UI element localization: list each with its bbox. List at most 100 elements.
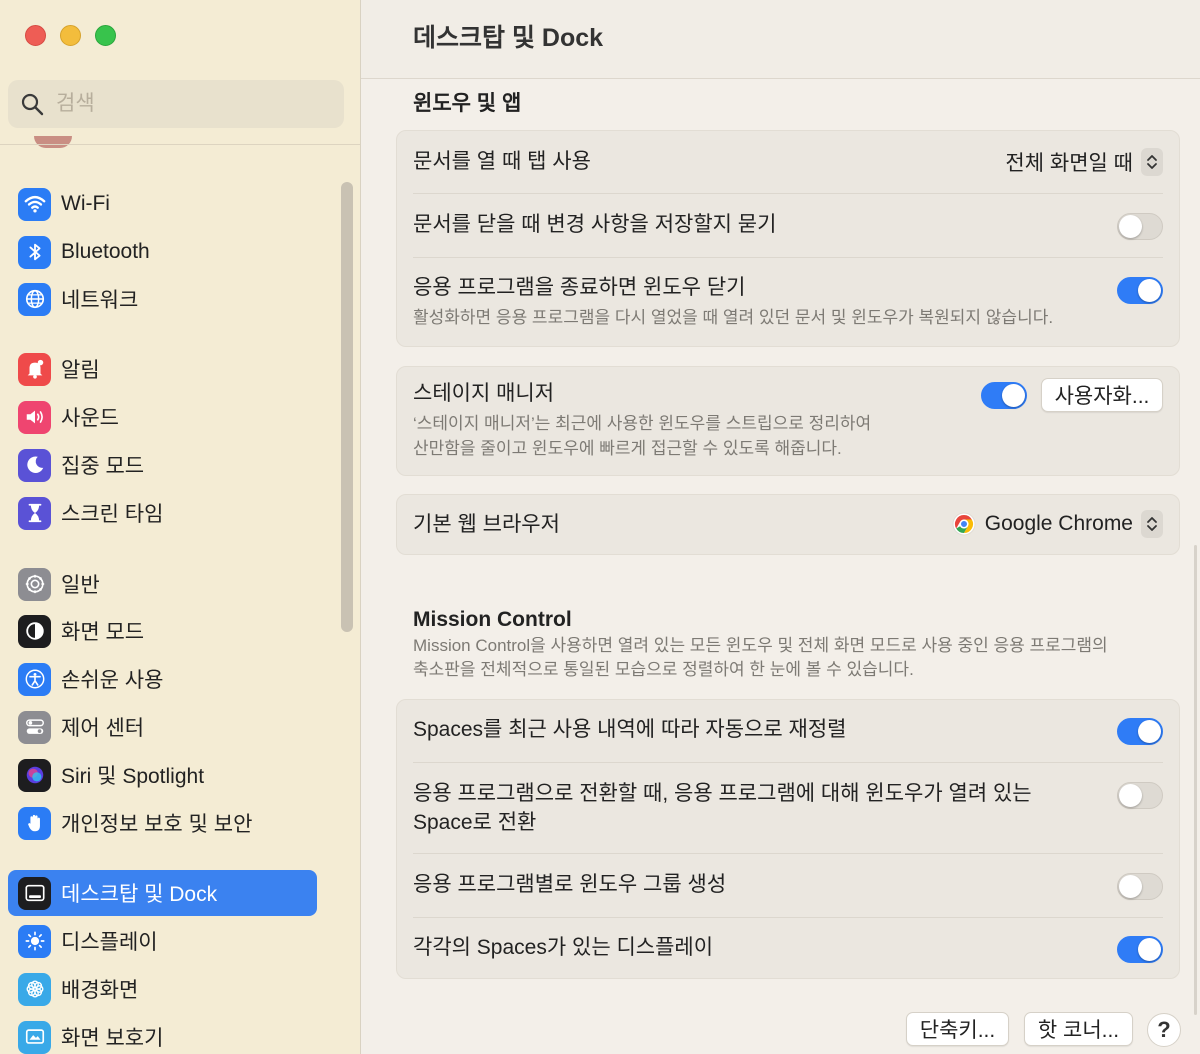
help-button[interactable]: ? (1147, 1013, 1181, 1047)
sidebar: Wi-Fi Bluetooth 네트워크 알림 사운드 집중 모드 (0, 0, 361, 1054)
sidebar-item-wallpaper[interactable]: 배경화면 (8, 966, 317, 1012)
stage-manager-card: 스테이지 매니저 ‘스테이지 매니저’는 최근에 사용한 윈도우를 스트립으로 … (396, 366, 1180, 476)
sidebar-item-label: 집중 모드 (61, 455, 145, 478)
bluetooth-icon (18, 235, 51, 269)
sidebar-item-privacy-security[interactable]: 개인정보 보호 및 보안 (8, 800, 317, 846)
stage-manager-label: 스테이지 매니저 (413, 382, 555, 405)
sidebar-item-wifi[interactable]: Wi-Fi (8, 181, 317, 227)
hot-corners-button[interactable]: 핫 코너... (1024, 1012, 1133, 1046)
sidebar-item-siri-spotlight[interactable]: Siri 및 Spotlight (8, 752, 317, 798)
row-divider (413, 257, 1163, 258)
sidebar-item-label: Bluetooth (61, 240, 150, 263)
hourglass-icon (18, 496, 51, 530)
title-bar: 데스크탑 및 Dock (361, 0, 1200, 79)
sidebar-item-accessibility[interactable]: 손쉬운 사용 (8, 656, 317, 702)
chevron-up-down-icon (1141, 148, 1163, 176)
stage-manager-row: 스테이지 매니저 ‘스테이지 매니저’는 최근에 사용한 윈도우를 스트립으로 … (413, 378, 1163, 469)
switch-to-space-label-line2: Space로 전환 (413, 811, 537, 834)
separate-spaces-toggle[interactable] (1117, 936, 1163, 963)
close-windows-label: 응용 프로그램을 종료하면 윈도우 닫기 (413, 276, 746, 299)
sidebar-item-bluetooth[interactable]: Bluetooth (8, 229, 317, 275)
main-scrollbar[interactable] (1194, 545, 1197, 1015)
prefer-tabs-label: 문서를 열 때 탭 사용 (413, 150, 591, 173)
sidebar-item-label: 네트워크 (61, 289, 139, 312)
hand-icon (18, 806, 51, 840)
ask-keep-changes-toggle[interactable] (1117, 213, 1163, 240)
row-divider (413, 917, 1163, 918)
close-window-button[interactable] (25, 25, 46, 46)
row-divider (413, 853, 1163, 854)
sidebar-item-label: Siri 및 Spotlight (61, 765, 205, 788)
default-browser-card: 기본 웹 브라우저 Google Chrome (396, 494, 1180, 555)
sidebar-item-sound[interactable]: 사운드 (8, 394, 317, 440)
wifi-icon (18, 187, 51, 221)
shortcuts-button[interactable]: 단축키... (906, 1012, 1009, 1046)
customize-button[interactable]: 사용자화... (1041, 378, 1163, 412)
sidebar-item-focus[interactable]: 집중 모드 (8, 442, 317, 488)
switch-to-space-row: 응용 프로그램으로 전환할 때, 응용 프로그램에 대해 윈도우가 열려 있는 … (413, 779, 1163, 841)
sidebar-item-label: 일반 (61, 574, 100, 597)
sidebar-item-screen-time[interactable]: 스크린 타임 (8, 490, 317, 536)
search-field[interactable] (8, 80, 344, 128)
sidebar-item-general[interactable]: 일반 (8, 561, 317, 607)
sidebar-item-label: 알림 (61, 359, 100, 382)
page-title: 데스크탑 및 Dock (413, 24, 604, 52)
appearance-icon (18, 614, 51, 648)
sidebar-item-label: 손쉬운 사용 (61, 669, 164, 692)
auto-rearrange-spaces-row: Spaces를 최근 사용 내역에 따라 자동으로 재정렬 (413, 715, 1163, 745)
sidebar-item-label: 사운드 (61, 407, 119, 430)
default-browser-value: Google Chrome (984, 512, 1133, 535)
sidebar-item-label: 화면 모드 (61, 621, 145, 644)
sidebar-item-label: 배경화면 (61, 979, 139, 1002)
sidebar-divider (0, 144, 360, 145)
row-divider (413, 193, 1163, 194)
ask-keep-changes-label: 문서를 닫을 때 변경 사항을 저장할지 묻기 (413, 213, 777, 236)
zoom-window-button[interactable] (95, 25, 116, 46)
sidebar-item-notifications[interactable]: 알림 (8, 346, 317, 392)
prefer-tabs-popup[interactable]: 전체 화면일 때 (1005, 147, 1163, 177)
group-windows-toggle[interactable] (1117, 873, 1163, 900)
bell-icon (18, 352, 51, 386)
control-center-icon (18, 710, 51, 744)
avatar[interactable] (34, 136, 72, 148)
sidebar-item-screen-saver[interactable]: 화면 보호기 (8, 1014, 317, 1054)
auto-rearrange-spaces-toggle[interactable] (1117, 718, 1163, 745)
chrome-icon (952, 512, 976, 536)
separate-spaces-row: 각각의 Spaces가 있는 디스플레이 (413, 933, 1163, 963)
group-windows-row: 응용 프로그램별로 윈도우 그룹 생성 (413, 870, 1163, 900)
close-windows-description: 활성화하면 응용 프로그램을 다시 열었을 때 열려 있던 문서 및 윈도우가 … (413, 308, 1054, 327)
accessibility-icon (18, 662, 51, 696)
main-pane: 데스크탑 및 Dock 윈도우 및 앱 문서를 열 때 탭 사용 전체 화면일 … (361, 0, 1200, 1054)
default-browser-popup[interactable]: Google Chrome (952, 510, 1163, 538)
windows-apps-card: 문서를 열 때 탭 사용 전체 화면일 때 문서를 닫을 때 변경 사항을 저장… (396, 130, 1180, 347)
sidebar-item-displays[interactable]: 디스플레이 (8, 918, 317, 964)
globe-icon (18, 282, 51, 316)
minimize-window-button[interactable] (60, 25, 81, 46)
mission-control-description-line1: Mission Control을 사용하면 열려 있는 모든 윈도우 및 전체 … (413, 636, 1108, 655)
mission-control-card: Spaces를 최근 사용 내역에 따라 자동으로 재정렬 응용 프로그램으로 … (396, 699, 1180, 979)
prefer-tabs-row: 문서를 열 때 탭 사용 전체 화면일 때 (413, 147, 1163, 177)
sidebar-item-label: 제어 센터 (61, 717, 145, 740)
close-windows-toggle[interactable] (1117, 277, 1163, 304)
search-input[interactable] (54, 91, 318, 117)
chevron-up-down-icon (1141, 510, 1163, 538)
sidebar-item-desktop-dock[interactable]: 데스크탑 및 Dock (8, 870, 317, 916)
search-icon (21, 93, 44, 116)
sidebar-item-label: 데스크탑 및 Dock (61, 883, 218, 906)
section-heading-mission-control: Mission Control (413, 608, 572, 631)
sidebar-scrollbar[interactable] (341, 182, 353, 632)
sidebar-item-network[interactable]: 네트워크 (8, 276, 317, 322)
siri-icon (18, 758, 51, 792)
stage-manager-toggle[interactable] (981, 382, 1027, 409)
window-controls (25, 25, 116, 46)
section-heading-windows-apps: 윈도우 및 앱 (413, 92, 522, 115)
sidebar-item-appearance[interactable]: 화면 모드 (8, 608, 317, 654)
mission-control-description-line2: 축소판을 전체적으로 통일된 모습으로 정렬하여 한 눈에 볼 수 있습니다. (413, 660, 914, 679)
sidebar-item-control-center[interactable]: 제어 센터 (8, 704, 317, 750)
gear-icon (18, 567, 51, 601)
switch-to-space-toggle[interactable] (1117, 782, 1163, 809)
switch-to-space-label-line1: 응용 프로그램으로 전환할 때, 응용 프로그램에 대해 윈도우가 열려 있는 (413, 782, 1032, 805)
moon-icon (18, 448, 51, 482)
sidebar-item-label: 스크린 타임 (61, 503, 164, 526)
prefer-tabs-value: 전체 화면일 때 (1005, 152, 1133, 175)
